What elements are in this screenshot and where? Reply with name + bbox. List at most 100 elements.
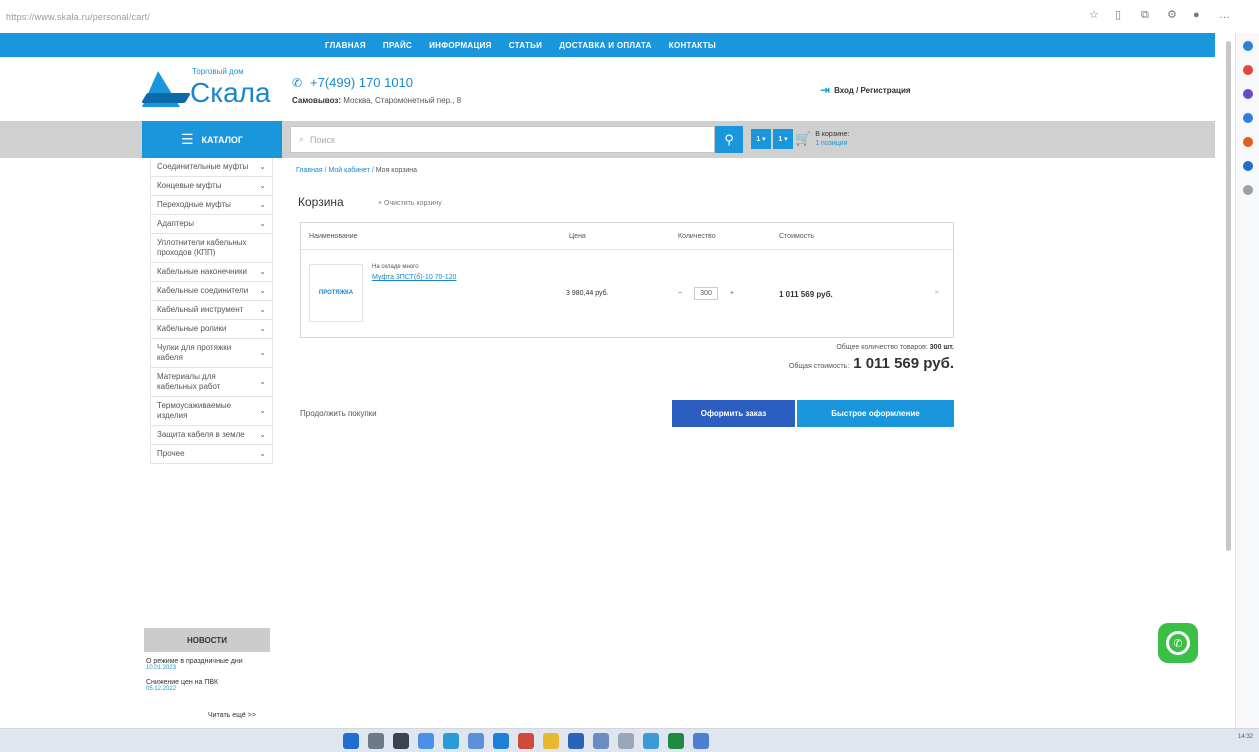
nav-price[interactable]: ПРАЙС xyxy=(383,41,412,50)
col-price: Цена xyxy=(569,233,586,240)
phone-number: +7(499) 170 1010 xyxy=(310,75,414,90)
login-label: Вход / Регистрация xyxy=(834,85,911,95)
scroll-thumb[interactable] xyxy=(1226,41,1231,551)
breadcrumb-current: Моя корзина xyxy=(375,167,418,174)
header-cart-text: В корзине: 1 позиция xyxy=(815,130,849,148)
taskbar-apps xyxy=(343,733,709,749)
chevron-down-icon: ⌄ xyxy=(259,305,266,314)
nav-contacts[interactable]: КОНТАКТЫ xyxy=(669,41,716,50)
category-label: Термоусаживаемые изделия xyxy=(157,401,232,420)
category-item[interactable]: Кабельные наконечники ⌄ xyxy=(150,263,273,282)
total-cost-label: Общая стоимость: xyxy=(788,363,850,370)
qty-plus-button[interactable]: + xyxy=(730,290,734,297)
extensions-icon[interactable]: ⚙ xyxy=(1167,9,1177,21)
app-icon[interactable] xyxy=(518,733,534,749)
outlook-sidebar-icon[interactable] xyxy=(1242,161,1253,171)
tools-sidebar-icon[interactable] xyxy=(1242,89,1253,99)
header-cart[interactable]: 🛒 В корзине: 1 позиция xyxy=(795,130,849,148)
site-logo[interactable]: Торговый дом Скала xyxy=(141,63,282,115)
browser-address-bar: https://www.skala.ru/personal/cart/ ☆ ▯ … xyxy=(0,0,1259,33)
quick-checkout-button[interactable]: Быстрое оформление xyxy=(797,400,954,427)
app-icon[interactable] xyxy=(493,733,509,749)
qty-minus-button[interactable]: − xyxy=(678,290,682,297)
start-icon[interactable] xyxy=(343,733,359,749)
category-item[interactable]: Кабельные соединители ⌄ xyxy=(150,282,273,301)
taskbar-clock[interactable]: 14:32 xyxy=(1238,734,1253,741)
chevron-down-icon: ⌄ xyxy=(259,348,266,357)
pickup-address: Самовывоз: Москва, Старомонетный пер., 8 xyxy=(292,96,461,105)
category-item[interactable]: Кабельные ролики ⌄ xyxy=(150,320,273,339)
news-item[interactable]: Снижение цен на ПВК 05.12.2022 xyxy=(146,679,272,692)
whatsapp-button[interactable]: ✆ xyxy=(1158,623,1198,663)
qty-input[interactable]: 300 xyxy=(694,286,718,300)
category-item[interactable]: Адаптеры ⌄ xyxy=(150,215,273,234)
profile-icon[interactable]: ● xyxy=(1193,9,1203,21)
product-link[interactable]: Муфта 3ПСТ(б)-10 70-120 xyxy=(372,274,512,281)
app-icon[interactable] xyxy=(643,733,659,749)
remove-item-icon[interactable]: × xyxy=(934,288,939,297)
search-sidebar-icon[interactable] xyxy=(1242,41,1253,51)
product-image[interactable]: ПРОТЯЖКА xyxy=(309,264,363,322)
shopping-sidebar-icon[interactable] xyxy=(1242,65,1253,75)
app-icon[interactable] xyxy=(593,733,609,749)
url-text[interactable]: https://www.skala.ru/personal/cart/ xyxy=(6,12,150,22)
news-item[interactable]: О режиме в праздничные дни 10.01.2023 xyxy=(146,658,272,671)
search-button[interactable]: ⚲ xyxy=(715,126,743,153)
checkout-button[interactable]: Оформить заказ xyxy=(672,400,795,427)
taskview-icon[interactable] xyxy=(393,733,409,749)
folder-icon[interactable] xyxy=(543,733,559,749)
app-icon[interactable] xyxy=(618,733,634,749)
clear-cart-link[interactable]: × Очистить корзину xyxy=(378,200,442,207)
app-icon[interactable] xyxy=(568,733,584,749)
page-scrollbar[interactable] xyxy=(1223,33,1233,728)
category-item[interactable]: Кабельный инструмент ⌄ xyxy=(150,301,273,320)
chevron-down-icon: ⌄ xyxy=(259,406,266,415)
phone[interactable]: ✆ +7(499) 170 1010 xyxy=(292,75,413,90)
compare-button[interactable]: 1 ▾ xyxy=(751,129,771,149)
games-sidebar-icon[interactable] xyxy=(1242,113,1253,123)
split-icon[interactable]: ▯ xyxy=(1115,9,1125,21)
more-icon[interactable]: … xyxy=(1219,9,1230,21)
collections-icon[interactable]: ⧉ xyxy=(1141,9,1151,21)
catalog-button[interactable]: ☰ КАТАЛОГ xyxy=(142,121,282,158)
chevron-down-icon: ⌄ xyxy=(259,430,266,439)
office-sidebar-icon[interactable] xyxy=(1242,137,1253,147)
continue-shopping-link[interactable]: Продолжить покупки xyxy=(300,409,377,418)
login-link[interactable]: ⇥ Вход / Регистрация xyxy=(820,83,911,97)
favorite-icon[interactable]: ☆ xyxy=(1089,9,1099,21)
category-item[interactable]: Термоусаживаемые изделия ⌄ xyxy=(150,397,273,426)
favorites-button[interactable]: 1 ▾ xyxy=(773,129,793,149)
compare-label: 1 ▾ xyxy=(756,136,766,143)
category-item[interactable]: Прочее ⌄ xyxy=(150,445,273,464)
breadcrumb-cabinet[interactable]: Мой кабинет xyxy=(329,167,370,174)
app-icon[interactable] xyxy=(468,733,484,749)
category-item[interactable]: Материалы для кабельных работ ⌄ xyxy=(150,368,273,397)
search-input[interactable]: ⌕ Поиск xyxy=(290,126,715,153)
app-icon[interactable] xyxy=(693,733,709,749)
search-taskbar-icon[interactable] xyxy=(368,733,384,749)
nav-info[interactable]: ИНФОРМАЦИЯ xyxy=(429,41,492,50)
category-item[interactable]: Соединительные муфты ⌄ xyxy=(150,158,273,177)
category-item[interactable]: Чулки для протяжки кабеля ⌄ xyxy=(150,339,273,368)
nav-delivery[interactable]: ДОСТАВКА И ОПЛАТА xyxy=(559,41,652,50)
nav-home[interactable]: ГЛАВНАЯ xyxy=(325,41,366,50)
chevron-down-icon: ⌄ xyxy=(259,324,266,333)
news-all-link[interactable]: Читать ещё >> xyxy=(208,712,256,719)
category-item[interactable]: Защита кабеля в земле ⌄ xyxy=(150,426,273,445)
category-item[interactable]: Уплотнители кабельных проходов (КПП) xyxy=(150,234,273,263)
category-label: Концевые муфты xyxy=(157,181,222,190)
news-text: О режиме в праздничные дни xyxy=(146,658,243,665)
category-list: Соединительные муфты ⌄ Концевые муфты ⌄ Пе… xyxy=(150,158,273,464)
menu-icon: ☰ xyxy=(180,131,194,147)
chat-icon[interactable] xyxy=(418,733,434,749)
breadcrumb-home[interactable]: Главная xyxy=(296,167,323,174)
nav-articles[interactable]: СТАТЬИ xyxy=(509,41,543,50)
cart-icon: 🛒 xyxy=(795,131,812,146)
add-sidebar-icon[interactable] xyxy=(1242,185,1253,195)
category-item[interactable]: Концевые муфты ⌄ xyxy=(150,177,273,196)
excel-icon[interactable] xyxy=(668,733,684,749)
category-item[interactable]: Переходные муфты ⌄ xyxy=(150,196,273,215)
catalog-label: КАТАЛОГ xyxy=(201,134,244,145)
cart-table: Наименование Цена Количество Стоимость П… xyxy=(300,222,954,338)
edge-icon[interactable] xyxy=(443,733,459,749)
